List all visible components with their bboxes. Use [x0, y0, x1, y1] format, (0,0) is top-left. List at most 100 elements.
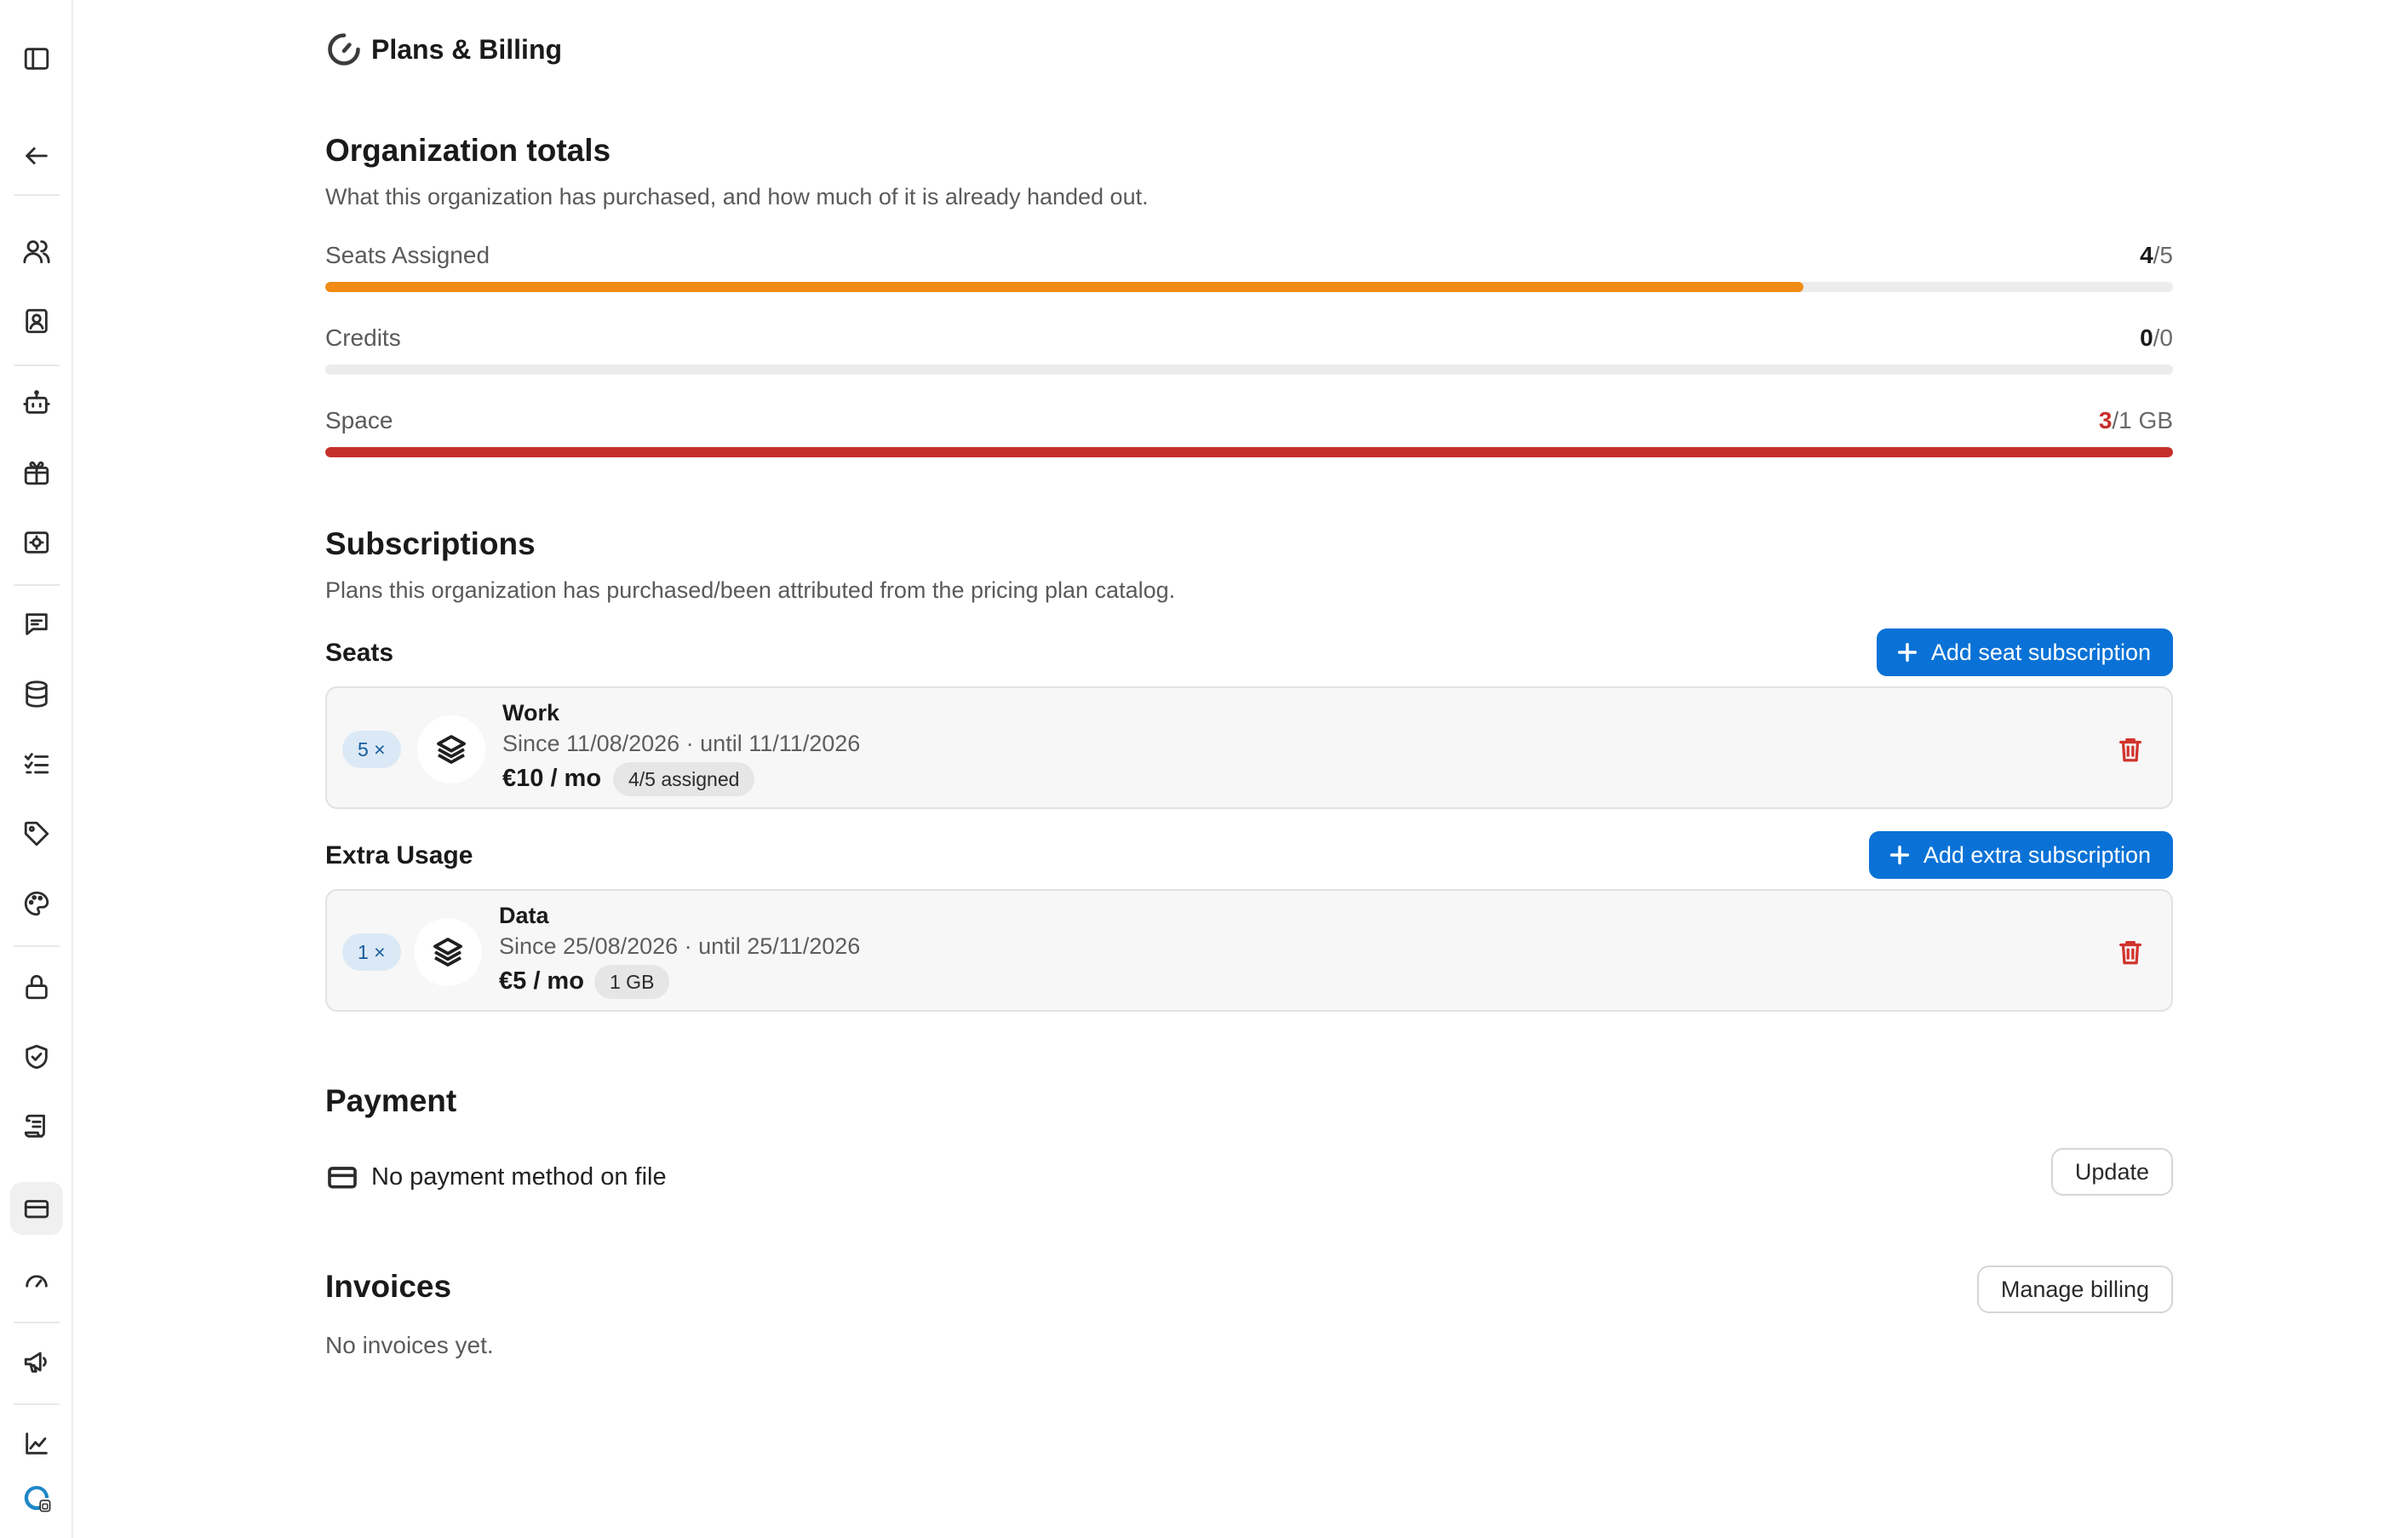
- gift-icon: [24, 461, 49, 485]
- meter-fill: [325, 282, 1803, 292]
- sidebar-item-bots[interactable]: [10, 376, 63, 429]
- sidebar-item-appearance[interactable]: [10, 877, 63, 930]
- layers-icon: [433, 938, 462, 967]
- seats-meter: Seats Assigned 4/5: [325, 242, 2173, 301]
- gauge-icon: [26, 1275, 48, 1288]
- sidebar-divider: [14, 945, 60, 947]
- plan-price: €5 / mo: [499, 967, 584, 995]
- plan-name: Data: [499, 903, 549, 928]
- quota-chip: 1 GB: [594, 965, 670, 999]
- manage-billing-button[interactable]: Manage billing: [1976, 1265, 2173, 1313]
- payment-heading: Payment: [325, 1083, 457, 1118]
- credit-card-icon: [24, 1200, 49, 1219]
- robot-icon: [23, 390, 50, 414]
- payment-method-text: No payment method on file: [371, 1162, 667, 1191]
- meter-label: Seats Assigned: [325, 242, 490, 268]
- subscriptions-description: Plans this organization has purchased/be…: [325, 577, 1176, 603]
- extra-subscription-card: 1 × Data Since 25/08/2026 · until 25/11/…: [325, 889, 2173, 1012]
- tag-icon: [24, 821, 49, 846]
- button-label: Add extra subscription: [1923, 841, 2151, 868]
- sidebar-item-analytics[interactable]: [10, 1417, 63, 1470]
- meter-used: 3: [2098, 407, 2113, 433]
- users-icon: [23, 240, 50, 264]
- sidebar-item-screen-settings[interactable]: [10, 516, 63, 569]
- meter-used: 0: [2140, 324, 2153, 351]
- meter-total: /1 GB: [2112, 407, 2173, 433]
- sidebar-item-announcements[interactable]: [10, 1335, 63, 1388]
- meter-value: 4/5: [2140, 242, 2173, 269]
- meter-value: 3/1 GB: [2099, 407, 2173, 434]
- payment-method-row: No payment method on file: [325, 1160, 667, 1194]
- sidebar-item-tasks[interactable]: [10, 737, 63, 790]
- meter-total: /0: [2153, 324, 2173, 351]
- sidebar-item-logs[interactable]: [10, 1100, 63, 1153]
- sidebar-item-security[interactable]: [10, 961, 63, 1013]
- sidebar: [0, 0, 73, 1538]
- megaphone-icon: [24, 1351, 47, 1373]
- sidebar-item-gifts[interactable]: [10, 446, 63, 499]
- meter-fill: [325, 447, 2173, 457]
- sidebar-divider: [14, 364, 60, 366]
- arrow-left-icon: [26, 147, 48, 164]
- button-label: Add seat subscription: [1930, 639, 2151, 665]
- plus-icon: [1897, 642, 1917, 663]
- plan-icon: [414, 918, 482, 986]
- quantity-badge: 5 ×: [342, 731, 401, 768]
- sidebar-item-usage[interactable]: [10, 1254, 63, 1306]
- plan-dates: Since 11/08/2026 · until 11/11/2026: [502, 731, 861, 756]
- account-avatar[interactable]: [10, 1472, 63, 1524]
- credit-card-icon: [328, 1167, 357, 1189]
- update-payment-button[interactable]: Update: [2050, 1148, 2173, 1196]
- plan-dates: Since 25/08/2026 · until 25/11/2026: [499, 933, 861, 959]
- sidebar-item-tags[interactable]: [10, 807, 63, 860]
- palette-icon: [24, 891, 49, 916]
- sidebar-item-contacts[interactable]: [10, 295, 63, 347]
- seats-heading: Seats: [325, 639, 394, 667]
- sidebar-item-compliance[interactable]: [10, 1030, 63, 1083]
- meter-label: Space: [325, 407, 393, 433]
- sidebar-item-messages[interactable]: [10, 598, 63, 651]
- meter-track: [325, 447, 2173, 457]
- org-totals-heading: Organization totals: [325, 133, 611, 168]
- database-icon: [26, 680, 48, 708]
- quantity-badge: 1 ×: [342, 933, 401, 971]
- sidebar-item-members[interactable]: [10, 225, 63, 278]
- sidebar-divider: [14, 584, 60, 586]
- sidebar-divider: [14, 194, 60, 196]
- seat-subscription-card: 5 × Work Since 11/08/2026 · until 11/11/…: [325, 686, 2173, 809]
- org-totals-description: What this organization has purchased, an…: [325, 184, 1149, 209]
- sidebar-item-database[interactable]: [10, 668, 63, 720]
- shield-check-icon: [26, 1044, 48, 1070]
- sidebar-panel-icon: [24, 48, 49, 70]
- sidebar-item-billing[interactable]: [10, 1182, 63, 1235]
- contact-book-icon: [26, 308, 48, 334]
- page-header: Plans & Billing: [325, 31, 562, 68]
- org-logo-icon: [24, 1485, 51, 1512]
- extra-usage-heading: Extra Usage: [325, 841, 473, 869]
- invoices-heading: Invoices: [325, 1269, 452, 1304]
- sidebar-divider: [14, 1403, 60, 1405]
- meter-used: 4: [2140, 242, 2153, 268]
- delete-seat-subscription-button[interactable]: [2113, 732, 2147, 766]
- lock-icon: [26, 974, 48, 1000]
- meter-track: [325, 282, 2173, 292]
- screen-gear-icon: [24, 531, 49, 554]
- meter-value: 0/0: [2140, 324, 2173, 352]
- gauge-icon: [328, 33, 360, 66]
- trash-icon: [2119, 941, 2141, 965]
- add-extra-subscription-button[interactable]: Add extra subscription: [1868, 831, 2173, 879]
- plan-icon: [417, 715, 485, 783]
- add-seat-subscription-button[interactable]: Add seat subscription: [1876, 628, 2173, 676]
- meter-track: [325, 364, 2173, 375]
- meter-total: /5: [2153, 242, 2173, 268]
- sidebar-back-button[interactable]: [10, 129, 63, 182]
- meter-label: Credits: [325, 324, 401, 351]
- delete-extra-subscription-button[interactable]: [2113, 935, 2147, 969]
- plan-name: Work: [502, 700, 560, 726]
- sidebar-toggle-button[interactable]: [10, 32, 63, 85]
- plan-price: €10 / mo: [502, 765, 602, 792]
- trash-icon: [2119, 738, 2141, 762]
- plus-icon: [1889, 845, 1909, 865]
- invoices-empty-text: No invoices yet.: [325, 1332, 494, 1358]
- space-meter: Space 3/1 GB: [325, 407, 2173, 467]
